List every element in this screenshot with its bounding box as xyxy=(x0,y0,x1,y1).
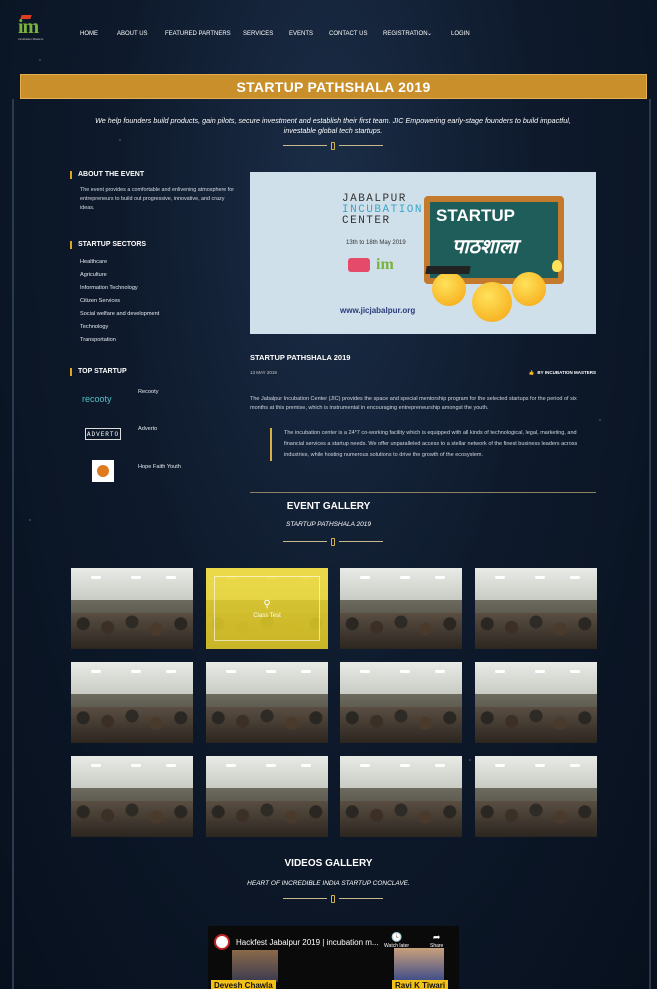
nav-services[interactable]: SERVICES xyxy=(243,31,273,37)
startup-name-hope-faith-youth[interactable]: Hope Faith Youth xyxy=(138,464,181,470)
chevron-down-icon[interactable]: ⌄ xyxy=(427,30,432,37)
jabalpur-logo xyxy=(348,258,370,272)
videos-gallery-subtitle: HEART OF INCREDIBLE INDIA STARTUP CONCLA… xyxy=(247,880,410,887)
thumbs-up-icon: 👍 xyxy=(528,370,535,375)
sector-item: Healthcare xyxy=(80,259,108,265)
event-poster-image: JABALPUR INCUBATION CENTER 13th to 18th … xyxy=(250,172,596,334)
channel-avatar[interactable] xyxy=(214,934,230,950)
gallery-image[interactable] xyxy=(206,756,328,837)
sector-item: Social welfare and development xyxy=(80,311,160,317)
sector-item: Agriculture xyxy=(80,272,107,278)
nav-about-us[interactable]: ABOUT US xyxy=(117,31,148,37)
gallery-image[interactable] xyxy=(71,662,193,743)
logo-subtext: Incubation Masters xyxy=(18,37,44,41)
gallery-image[interactable]: ⚲ Class Test xyxy=(206,568,328,649)
event-gallery-subtitle: STARTUP PATHSHALA 2019 xyxy=(285,521,371,528)
poster-date: 13th to 18th May 2019 xyxy=(346,240,406,246)
page-title: STARTUP PATHSHALA 2019 xyxy=(236,78,431,95)
video-thumbnail-person-left xyxy=(232,950,278,982)
board-subtitle: पाठशाला xyxy=(452,236,518,258)
gallery-hover-overlay[interactable]: ⚲ Class Test xyxy=(206,568,328,649)
site-logo[interactable]: im Incubation Masters xyxy=(18,15,48,41)
clock-icon: 🕓 xyxy=(390,932,403,942)
video-thumbnail-person-right xyxy=(394,948,444,982)
ornament-divider xyxy=(283,538,383,546)
gallery-image[interactable] xyxy=(475,756,597,837)
gallery-image[interactable] xyxy=(340,568,462,649)
board-title: STARTUP xyxy=(436,206,516,225)
ornament-divider xyxy=(283,142,383,150)
gallery-image[interactable] xyxy=(340,662,462,743)
post-blockquote: The incubation center is a 24*7 co-worki… xyxy=(270,428,596,461)
recooty-logo[interactable]: recooty xyxy=(82,389,126,404)
poster-jic-title: JABALPUR INCUBATION CENTER xyxy=(342,193,424,227)
top-navigation: im Incubation Masters HOME ABOUT US FEAT… xyxy=(0,0,657,72)
gallery-image[interactable] xyxy=(71,568,193,649)
smiley-glasses-icon xyxy=(472,282,512,322)
about-event-heading: ABOUT THE EVENT xyxy=(70,171,144,179)
poster-url: www.jicjabalpur.org xyxy=(340,306,416,315)
videos-gallery-title: VIDEOS GALLERY xyxy=(284,858,373,869)
gallery-image[interactable] xyxy=(475,568,597,649)
startup-name-recooty[interactable]: Recooty xyxy=(138,389,159,395)
adverto-logo[interactable]: ADVERTO xyxy=(85,428,121,440)
logo-accent xyxy=(20,15,32,19)
ornament-divider xyxy=(283,895,383,903)
page-title-banner: STARTUP PATHSHALA 2019 xyxy=(20,74,647,99)
lightbulb-icon xyxy=(552,260,562,272)
tagline: We help founders build products, gain pi… xyxy=(95,116,571,135)
startup-sectors-heading: STARTUP SECTORS xyxy=(70,241,146,249)
nav-login[interactable]: LOGIN xyxy=(451,31,470,37)
smiley-icon xyxy=(512,272,546,306)
about-event-text: The event provides a comfortable and enl… xyxy=(80,187,235,211)
sun-icon xyxy=(97,465,109,477)
im-logo: im xyxy=(376,256,394,273)
name-tag-right: Ravi K Tiwari xyxy=(392,980,449,989)
gallery-image[interactable] xyxy=(475,662,597,743)
hope-faith-youth-logo[interactable] xyxy=(92,460,114,482)
post-author[interactable]: 👍 BY INCUBATION MASTERS xyxy=(529,370,596,376)
video-player[interactable]: Hackfest Jabalpur 2019 | incubation m...… xyxy=(208,926,459,989)
post-title: STARTUP PATHSHALA 2019 xyxy=(250,353,351,362)
logo-text: im xyxy=(18,16,39,38)
section-divider xyxy=(250,492,596,493)
gallery-image[interactable] xyxy=(340,756,462,837)
event-gallery-title: EVENT GALLERY xyxy=(286,501,371,512)
adverto-logo-text: ADVERTO xyxy=(86,430,120,438)
nav-contact-us[interactable]: CONTACT US xyxy=(329,31,367,37)
nav-home[interactable]: HOME xyxy=(80,31,98,37)
sector-item: Information Technology xyxy=(80,285,138,291)
sector-item: Transportation xyxy=(80,337,116,343)
gallery-image[interactable] xyxy=(206,662,328,743)
nav-registration[interactable]: REGISTRATION xyxy=(383,31,428,37)
nav-featured-partners[interactable]: FEATURED PARTNERS xyxy=(165,31,231,37)
nav-events[interactable]: EVENTS xyxy=(289,31,313,37)
post-paragraph: The Jabalpur Incubation Center (JIC) pro… xyxy=(250,396,577,411)
share-icon: ➦ xyxy=(432,932,441,942)
sector-item: Technology xyxy=(80,324,109,330)
startup-name-adverto[interactable]: Adverto xyxy=(138,426,157,432)
graduation-cap-icon xyxy=(425,266,471,274)
name-tag-left: Devesh Chawla xyxy=(211,980,276,989)
video-title[interactable]: Hackfest Jabalpur 2019 | incubation m... xyxy=(236,938,379,947)
top-startup-heading: TOP STARTUP xyxy=(70,368,127,376)
sector-item: Citizen Services xyxy=(80,298,121,304)
recooty-logo-text: recooty xyxy=(82,394,112,404)
gallery-image[interactable] xyxy=(71,756,193,837)
post-date: 13 MAY 2019 xyxy=(250,370,277,375)
share-button[interactable]: ➦ Share xyxy=(430,932,443,949)
watch-later-button[interactable]: 🕓 Watch later xyxy=(384,932,409,949)
smiley-icon xyxy=(432,272,466,306)
